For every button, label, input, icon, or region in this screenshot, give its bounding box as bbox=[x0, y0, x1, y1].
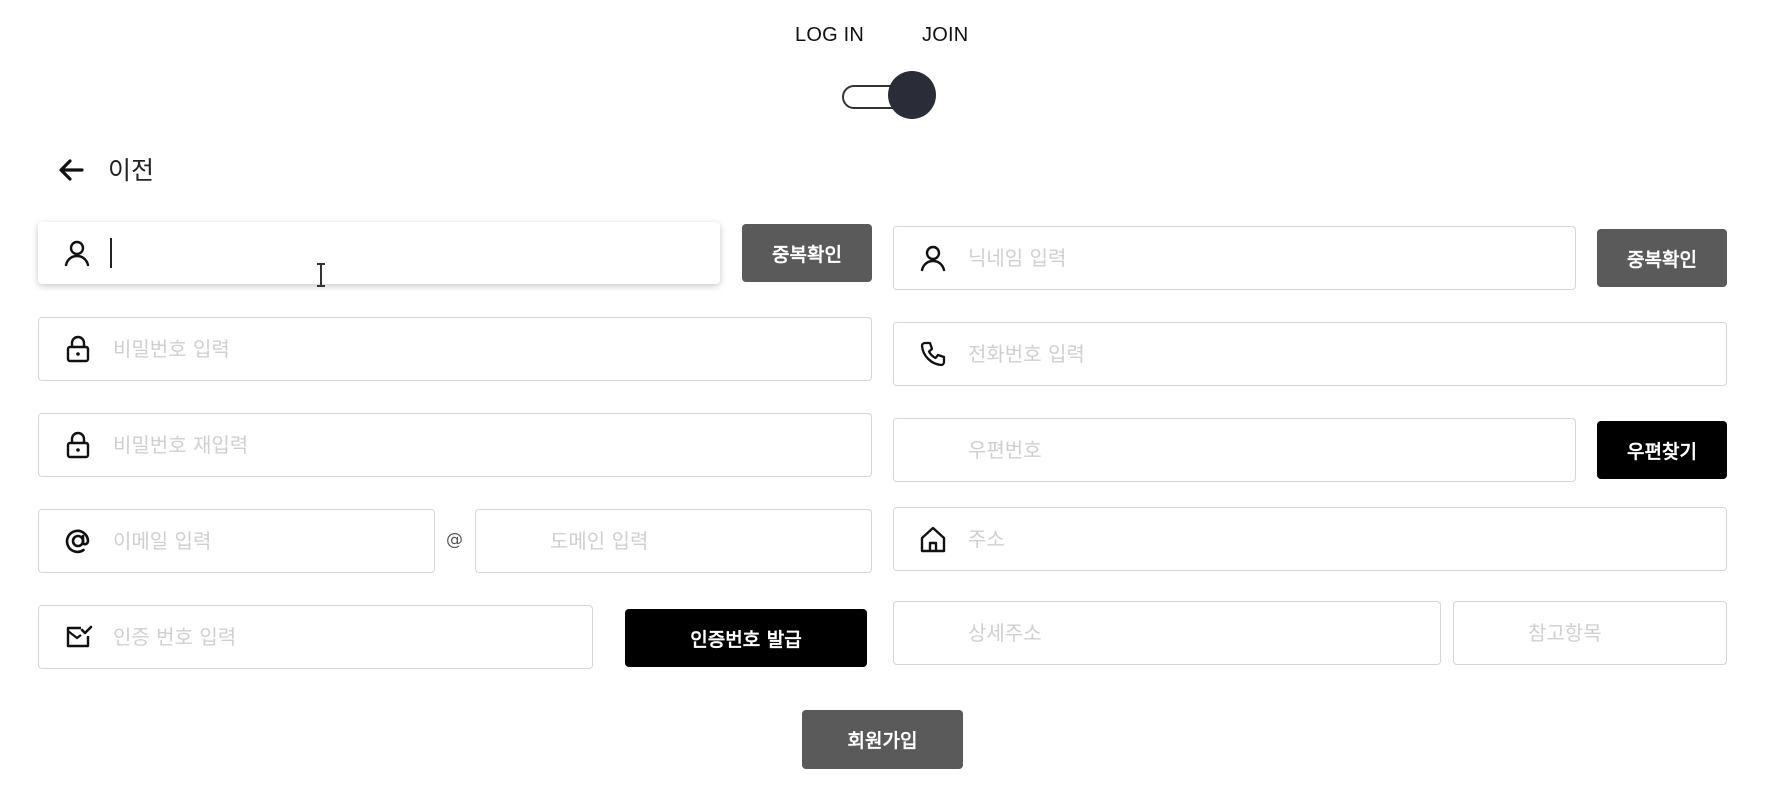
lock-icon bbox=[63, 430, 93, 460]
lock-icon bbox=[63, 334, 93, 364]
password-confirm-field[interactable] bbox=[38, 413, 872, 477]
verify-code-field[interactable] bbox=[38, 605, 593, 669]
password-input[interactable] bbox=[113, 318, 851, 380]
at-icon bbox=[63, 526, 93, 556]
address-extra-input[interactable] bbox=[1528, 602, 1706, 664]
arrow-left-icon[interactable] bbox=[56, 155, 86, 185]
postcode-search-button[interactable]: 우편찾기 bbox=[1597, 421, 1727, 479]
back-link[interactable]: 이전 bbox=[108, 155, 154, 187]
phone-icon bbox=[918, 339, 948, 369]
auth-toggle-knob[interactable] bbox=[888, 71, 936, 119]
user-icon bbox=[62, 238, 92, 268]
email-local-field[interactable] bbox=[38, 509, 435, 573]
home-icon bbox=[918, 524, 948, 554]
signup-submit-button[interactable]: 회원가입 bbox=[802, 710, 963, 769]
id-input[interactable] bbox=[152, 222, 700, 284]
phone-input[interactable] bbox=[968, 323, 1706, 385]
id-field[interactable] bbox=[38, 222, 720, 284]
nickname-field[interactable] bbox=[893, 226, 1576, 290]
address-detail-field[interactable] bbox=[893, 601, 1441, 665]
postcode-input[interactable] bbox=[968, 419, 1555, 481]
text-caret bbox=[110, 238, 112, 268]
id-duplicate-check-button[interactable]: 중복확인 bbox=[742, 224, 872, 282]
email-domain-input[interactable] bbox=[550, 510, 855, 572]
address-input[interactable] bbox=[968, 508, 1706, 570]
join-tab-label[interactable]: JOIN bbox=[922, 24, 968, 47]
mail-check-icon bbox=[63, 622, 93, 652]
nickname-duplicate-check-button[interactable]: 중복확인 bbox=[1597, 229, 1727, 287]
address-detail-input[interactable] bbox=[968, 602, 1420, 664]
text-cursor-icon bbox=[314, 262, 328, 288]
email-local-input[interactable] bbox=[113, 510, 418, 572]
password-field[interactable] bbox=[38, 317, 872, 381]
email-at-separator: @ bbox=[446, 530, 463, 550]
verify-code-input[interactable] bbox=[113, 606, 576, 668]
address-field[interactable] bbox=[893, 507, 1727, 571]
postcode-field[interactable] bbox=[893, 418, 1576, 482]
user-icon bbox=[918, 243, 948, 273]
login-tab-label[interactable]: LOG IN bbox=[795, 24, 864, 47]
phone-field[interactable] bbox=[893, 322, 1727, 386]
issue-verification-button[interactable]: 인증번호 발급 bbox=[625, 609, 867, 667]
nickname-input[interactable] bbox=[968, 227, 1555, 289]
password-confirm-input[interactable] bbox=[113, 414, 851, 476]
address-extra-field[interactable] bbox=[1453, 601, 1727, 665]
email-domain-field[interactable] bbox=[475, 509, 872, 573]
